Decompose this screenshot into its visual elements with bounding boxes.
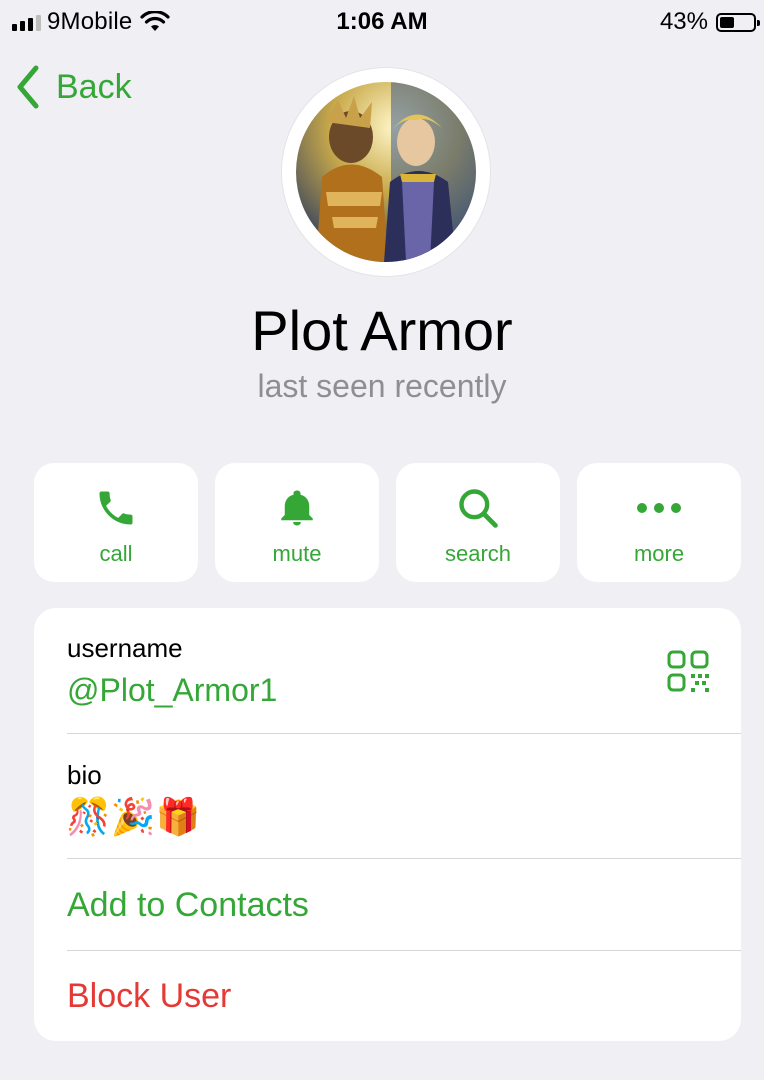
status-bar: 9Mobile 1:06 AM 43% xyxy=(0,0,764,44)
last-seen-status: last seen recently xyxy=(257,368,507,404)
search-label: search xyxy=(444,541,512,566)
battery-percent: 43% xyxy=(659,8,708,35)
status-right: 43% xyxy=(659,8,760,36)
block-user-button[interactable]: Block User xyxy=(67,977,231,1016)
battery-icon xyxy=(716,12,760,32)
divider xyxy=(67,950,741,951)
profile-name: Plot Armor xyxy=(251,299,513,362)
info-card: username @Plot_Armor1 bio 🎊🎉🎁 Add to Con… xyxy=(34,608,741,1041)
chevron-left-icon xyxy=(17,65,39,109)
mute-label: mute xyxy=(272,541,322,566)
call-button[interactable]: call xyxy=(34,463,198,582)
more-dots-icon xyxy=(637,503,681,513)
search-button[interactable]: search xyxy=(396,463,560,582)
phone-icon xyxy=(99,491,133,525)
status-time: 1:06 AM xyxy=(336,8,428,35)
call-label: call xyxy=(99,541,133,566)
mute-button[interactable]: mute xyxy=(215,463,379,582)
bio-value: 🎊🎉🎁 xyxy=(66,796,201,837)
more-button[interactable]: more xyxy=(577,463,741,582)
back-button[interactable]: Back xyxy=(14,64,132,110)
divider xyxy=(67,858,741,859)
username-row[interactable]: username @Plot_Armor1 xyxy=(34,608,741,733)
search-icon xyxy=(459,489,498,528)
bell-icon xyxy=(281,490,313,526)
avatar-image xyxy=(296,82,476,262)
more-label: more xyxy=(633,541,685,566)
qr-code-icon[interactable] xyxy=(667,650,709,692)
add-to-contacts-button[interactable]: Add to Contacts xyxy=(67,886,309,925)
back-label: Back xyxy=(56,67,132,106)
bio-label: bio xyxy=(67,760,102,790)
avatar[interactable] xyxy=(282,68,490,276)
username-value[interactable]: @Plot_Armor1 xyxy=(67,672,277,709)
action-buttons: call mute search more xyxy=(34,463,742,582)
battery-fill xyxy=(720,16,734,28)
username-label: username xyxy=(67,633,183,663)
